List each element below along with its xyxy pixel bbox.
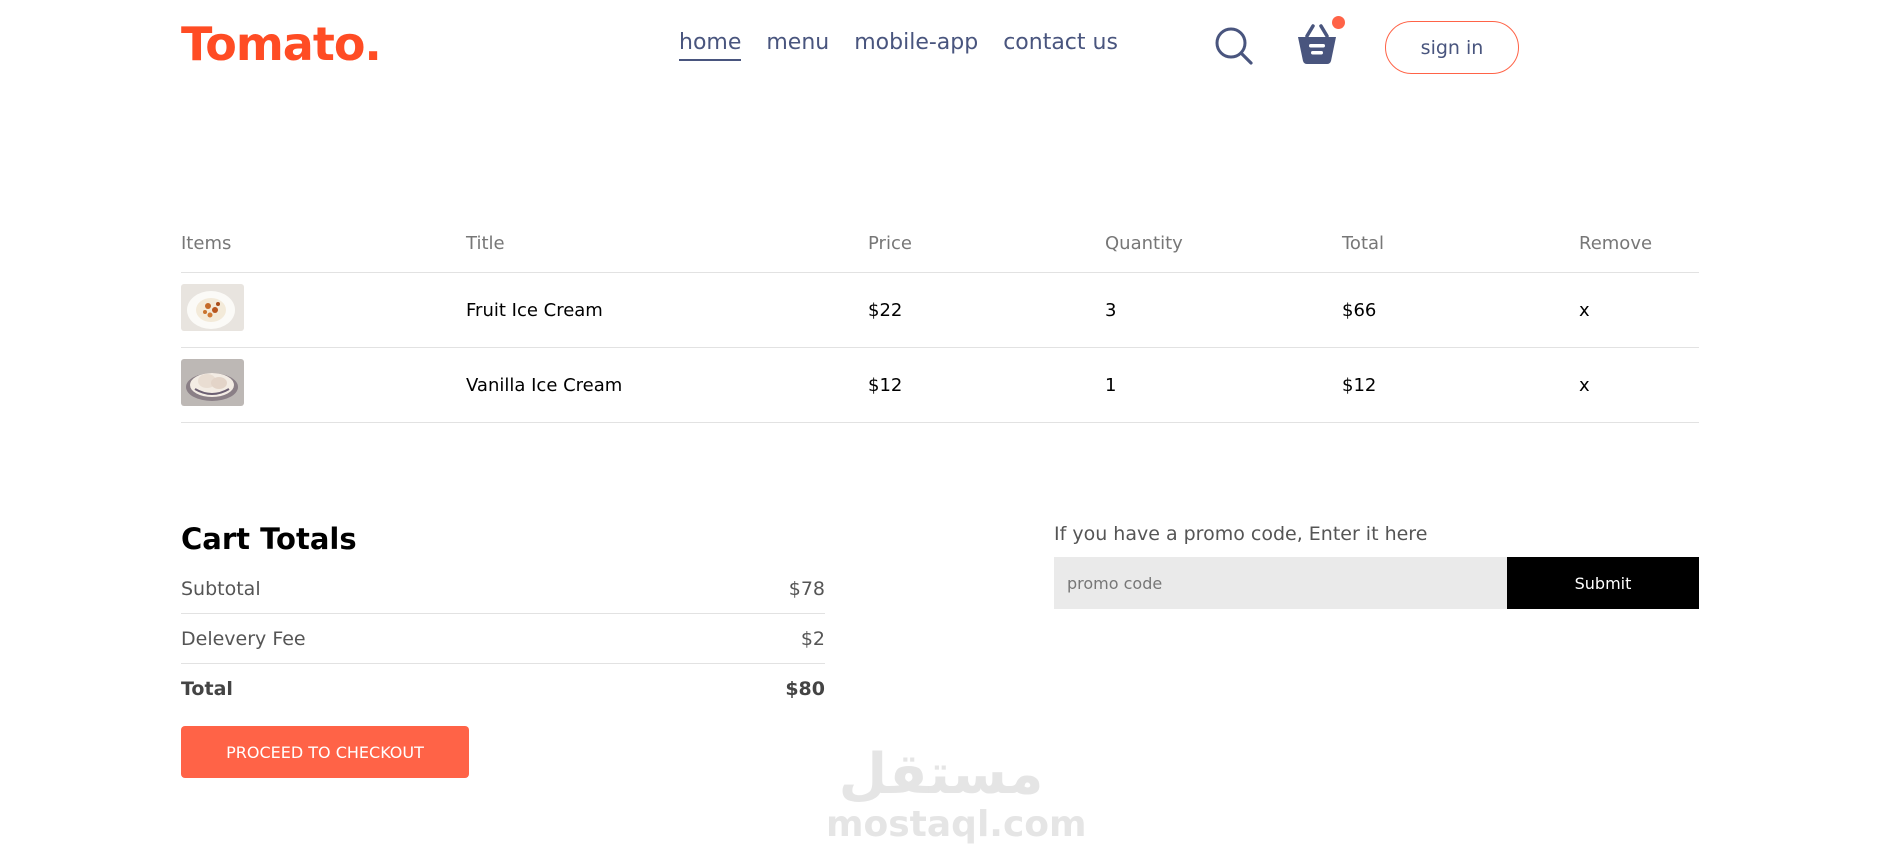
logo[interactable]: Tomato. <box>181 17 382 71</box>
subtotal-row: Subtotal $78 <box>181 564 825 614</box>
item-title: Fruit Ice Cream <box>466 299 603 321</box>
total-label: Total <box>181 678 233 700</box>
nav-item-menu[interactable]: menu <box>766 30 829 61</box>
header-total: Total <box>1342 233 1385 254</box>
nav-item-contact-us[interactable]: contact us <box>1003 30 1118 61</box>
remove-item-button[interactable]: x <box>1579 300 1699 321</box>
item-price: $22 <box>868 299 903 321</box>
header-price: Price <box>868 233 912 254</box>
basket-icon[interactable] <box>1296 22 1338 66</box>
watermark-latin: mostaql.com <box>826 804 1087 845</box>
nav-menu: home menu mobile-app contact us <box>679 30 1118 61</box>
nav-item-mobile-app[interactable]: mobile-app <box>854 30 978 61</box>
remove-item-button[interactable]: x <box>1579 375 1699 396</box>
proceed-to-checkout-button[interactable]: PROCEED TO CHECKOUT <box>181 726 469 778</box>
promo-code-box: Submit <box>1054 557 1699 609</box>
item-price: $12 <box>868 374 903 396</box>
cart-table: Items Title Price Quantity Total Remove … <box>181 215 1699 423</box>
item-quantity: 1 <box>1105 374 1117 396</box>
watermark-arabic: مستقل <box>838 742 1044 807</box>
cart-indicator-dot <box>1332 16 1345 29</box>
item-total: $12 <box>1342 374 1377 396</box>
subtotal-value: $78 <box>788 577 825 600</box>
promo-submit-button[interactable]: Submit <box>1507 557 1699 609</box>
header-quantity: Quantity <box>1105 233 1183 254</box>
nav-item-home[interactable]: home <box>679 30 742 61</box>
item-title: Vanilla Ice Cream <box>466 374 623 396</box>
search-icon[interactable] <box>1214 26 1254 66</box>
delivery-fee-value: $2 <box>800 627 825 650</box>
cart-table-header: Items Title Price Quantity Total Remove <box>181 215 1699 273</box>
item-total: $66 <box>1342 299 1377 321</box>
sign-in-button[interactable]: sign in <box>1385 21 1519 74</box>
cart-totals-heading: Cart Totals <box>181 522 357 556</box>
table-row: Vanilla Ice Cream $12 1 $12 x <box>181 348 1699 423</box>
header-items: Items <box>181 233 232 254</box>
total-row: Total $80 <box>181 664 825 714</box>
total-value: $80 <box>785 678 825 700</box>
promo-code-label: If you have a promo code, Enter it here <box>1054 523 1428 545</box>
header-remove: Remove <box>1579 233 1653 254</box>
watermark: مستقل mostaql.com <box>826 742 1087 855</box>
promo-code-section: If you have a promo code, Enter it here … <box>1054 523 1699 609</box>
item-quantity: 3 <box>1105 299 1117 321</box>
fruit-ice-cream-image <box>181 284 244 331</box>
delivery-fee-label: Delevery Fee <box>181 627 306 650</box>
vanilla-ice-cream-image <box>181 359 244 406</box>
header-title: Title <box>466 233 505 254</box>
table-row: Fruit Ice Cream $22 3 $66 x <box>181 273 1699 348</box>
subtotal-label: Subtotal <box>181 577 261 600</box>
cart-totals: Cart Totals Subtotal $78 Delevery Fee $2… <box>181 522 825 778</box>
delivery-fee-row: Delevery Fee $2 <box>181 614 825 664</box>
promo-code-input[interactable] <box>1054 557 1507 609</box>
